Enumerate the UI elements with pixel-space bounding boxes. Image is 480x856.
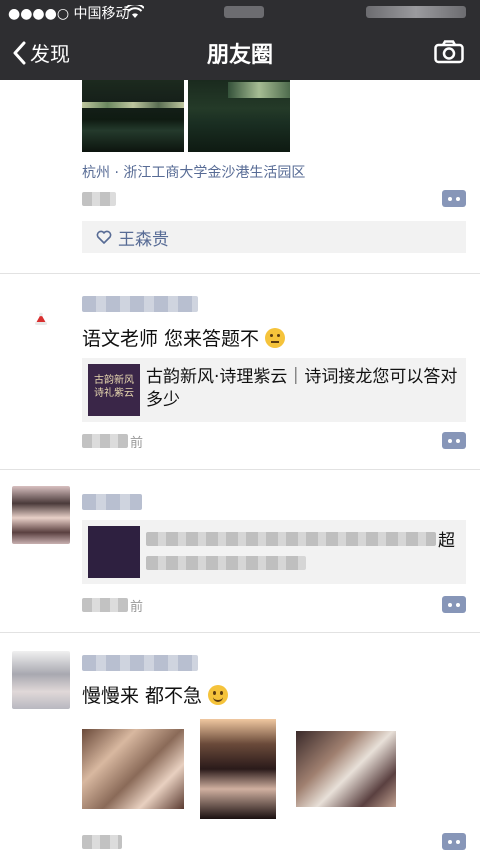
author-name-blurred[interactable] — [82, 494, 142, 510]
page-title: 朋友圈 — [206, 43, 273, 68]
link-title-blurred — [146, 556, 306, 570]
comment-button[interactable] — [442, 190, 466, 207]
link-thumbnail-text: 古韵新风诗礼紫云 — [94, 375, 134, 399]
post-photo-1[interactable] — [82, 729, 184, 809]
author-name-blurred[interactable] — [82, 296, 198, 312]
shared-link-card[interactable]: 古韵新风诗礼紫云 古韵新风·诗理紫云｜诗词接龙您可以答对多少 — [82, 358, 466, 422]
link-thumbnail: 古韵新风诗礼紫云 — [88, 364, 140, 416]
heart-icon — [96, 230, 112, 244]
comment-button[interactable] — [442, 833, 466, 850]
post-time-blurred — [82, 835, 122, 849]
camera-icon[interactable] — [434, 40, 464, 64]
post-time-suffix: 前 — [130, 600, 144, 615]
author-name-blurred[interactable] — [82, 655, 198, 671]
link-title-suffix: 超 — [438, 531, 455, 551]
post-text: 语文老师 您来答题不 — [82, 324, 286, 351]
avatar[interactable] — [12, 486, 70, 544]
link-thumbnail — [88, 526, 140, 578]
comment-button[interactable] — [442, 432, 466, 449]
post-photo-1[interactable] — [82, 80, 184, 152]
post-time-blurred — [82, 192, 116, 206]
post-time-blurred — [82, 434, 128, 448]
santa-hat-icon — [35, 312, 47, 325]
likes-bar: 王森贵 — [82, 221, 466, 253]
top-bar: ●●●●○ 中国移动 发现 朋友圈 — [0, 0, 480, 80]
link-title-blurred — [146, 532, 436, 546]
avatar[interactable] — [12, 651, 70, 709]
status-bar: ●●●●○ 中国移动 — [0, 0, 480, 24]
moment-post-4: 慢慢来 都不急 — [0, 633, 480, 856]
post-photo-2[interactable] — [200, 719, 276, 819]
post-photo-2[interactable] — [188, 80, 290, 152]
wifi-icon — [126, 5, 144, 18]
shared-link-card[interactable]: 超 — [82, 520, 466, 584]
moment-post-2: 语文老师 您来答题不 古韵新风诗礼紫云 古韵新风·诗理紫云｜诗词接龙您可以答对多… — [0, 274, 480, 470]
post-time-suffix: 前 — [130, 436, 144, 451]
avatar[interactable] — [12, 294, 70, 352]
carrier-label: ●●●●○ 中国移动 — [8, 6, 130, 22]
post-text: 慢慢来 都不急 — [82, 681, 229, 708]
clock-blurred — [224, 6, 264, 18]
post-time-blurred — [82, 598, 128, 612]
likes-names[interactable]: 王森贵 — [118, 225, 169, 250]
link-title: 古韵新风·诗理紫云｜诗词接龙您可以答对多少 — [146, 367, 458, 410]
nav-bar: 发现 朋友圈 — [0, 24, 480, 80]
post-photo-3[interactable] — [296, 731, 396, 807]
battery-blurred — [366, 6, 466, 18]
moment-post-1: 杭州 · 浙江工商大学金沙港生活园区 王森贵 — [0, 80, 480, 274]
moment-post-3: 超 前 — [0, 470, 480, 633]
comment-button[interactable] — [442, 596, 466, 613]
thinking-emoji-icon — [265, 328, 286, 348]
smile-emoji-icon — [208, 685, 229, 705]
post-location[interactable]: 杭州 · 浙江工商大学金沙港生活园区 — [82, 162, 305, 182]
